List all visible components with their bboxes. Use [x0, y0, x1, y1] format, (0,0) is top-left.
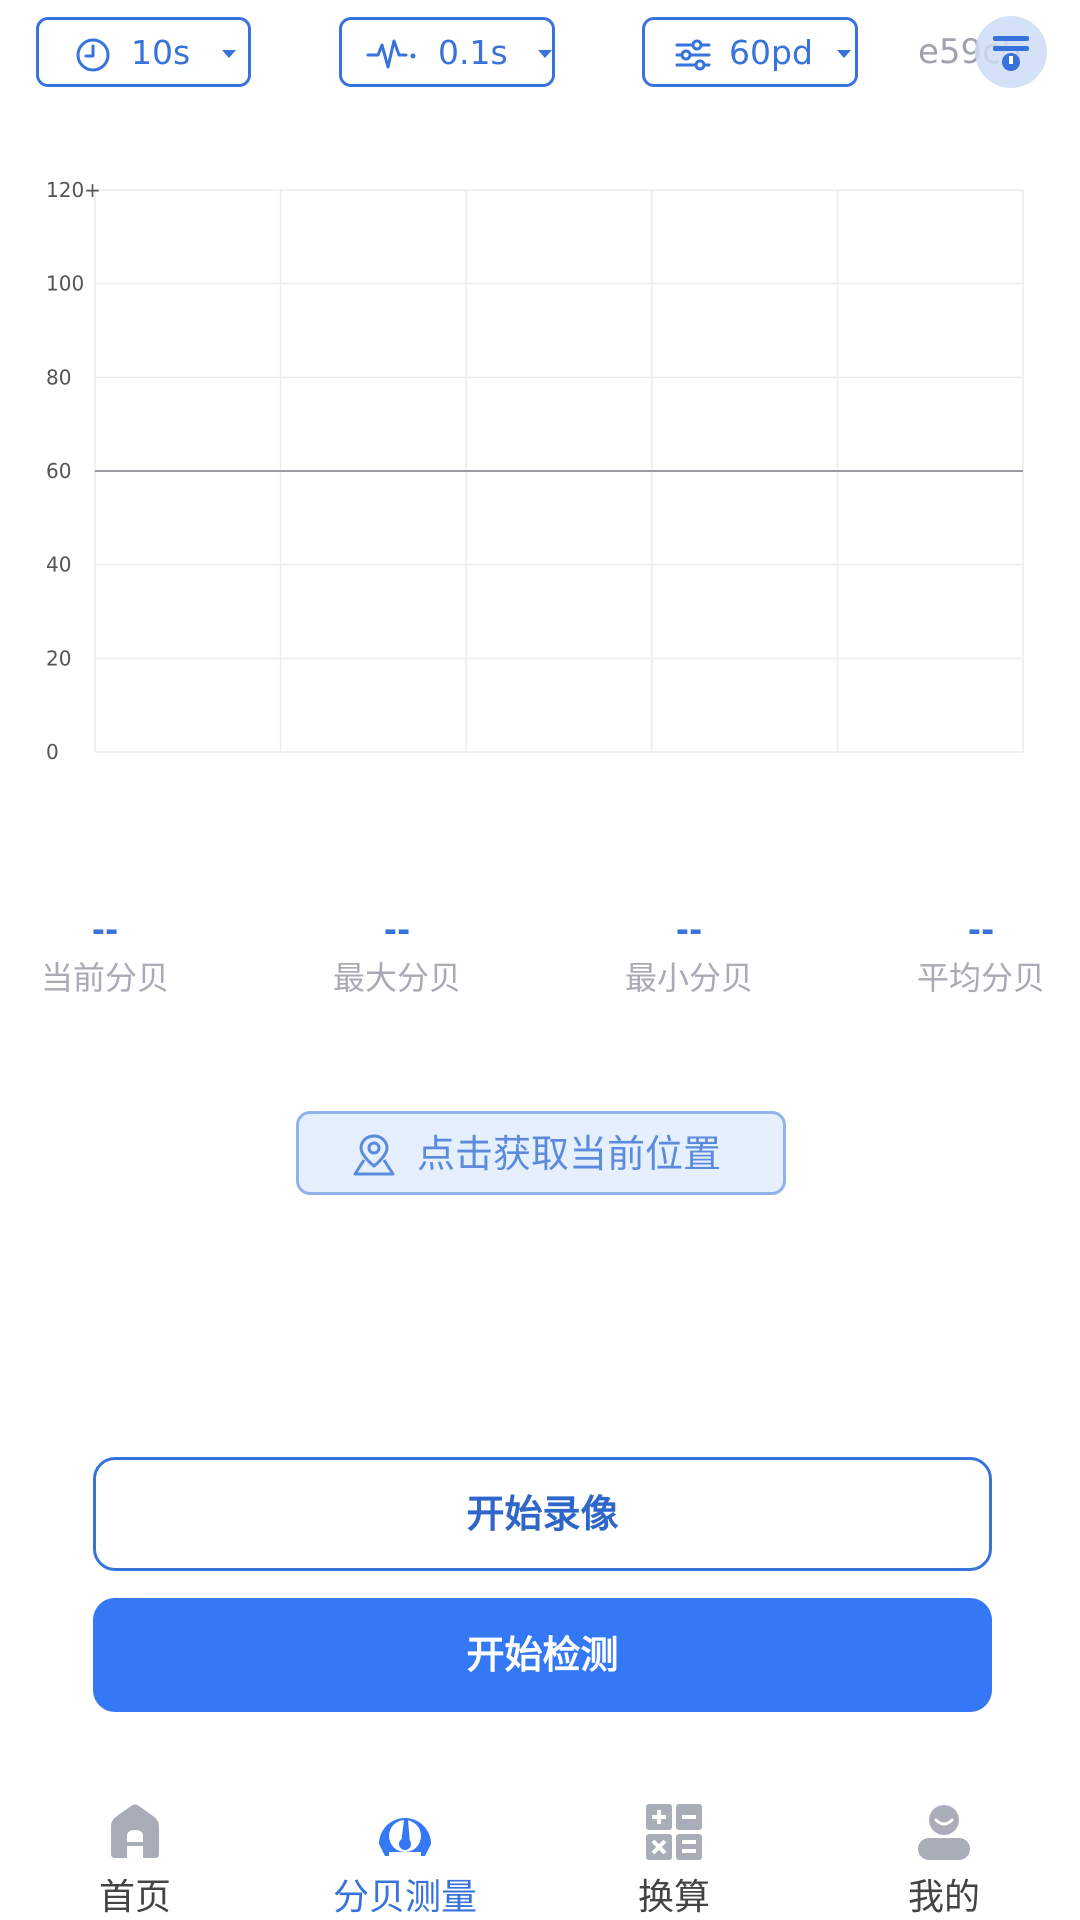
y-tick-label: 120+ — [46, 178, 101, 202]
stat-min: -- 最小分贝 — [579, 910, 799, 998]
floating-menu-button[interactable] — [975, 16, 1047, 88]
location-label: 点击获取当前位置 — [417, 1132, 722, 1176]
chevron-down-icon — [222, 50, 236, 58]
stat-max: -- 最大分贝 — [287, 910, 507, 998]
max-db-label: 最大分贝 — [332, 959, 461, 997]
max-db-value: -- — [383, 911, 411, 949]
current-db-value: -- — [91, 911, 119, 949]
tab-decibel-measure-label: 分贝测量 — [332, 1877, 477, 1918]
y-tick-label: 20 — [46, 646, 71, 670]
y-tick-label: 0 — [46, 740, 59, 764]
start-detection-button[interactable]: 开始检测 — [93, 1598, 992, 1712]
interval-selector[interactable]: 0.1s — [339, 17, 555, 87]
tab-convert[interactable]: 换算 — [574, 1800, 774, 1920]
get-location-button[interactable]: 点击获取当前位置 — [296, 1111, 786, 1195]
start-recording-button[interactable]: 开始录像 — [93, 1457, 992, 1571]
menu-icon — [993, 36, 1029, 71]
chevron-down-icon — [837, 50, 851, 58]
user-icon — [918, 1805, 970, 1860]
threshold-selector[interactable]: 60pd — [642, 17, 858, 87]
duration-value: 10s — [131, 33, 191, 72]
stat-avg: -- 平均分贝 — [871, 910, 1080, 998]
threshold-value: 60pd — [729, 33, 813, 72]
tab-home[interactable]: 首页 — [35, 1800, 235, 1920]
sliders-icon — [675, 39, 711, 71]
map-pin-icon — [353, 1134, 395, 1176]
min-db-label: 最小分贝 — [624, 959, 753, 997]
tab-mine[interactable]: 我的 — [844, 1800, 1044, 1920]
y-tick-label: 40 — [46, 553, 71, 577]
tab-mine-label: 我的 — [907, 1877, 980, 1918]
y-tick-label: 60 — [46, 459, 71, 483]
tab-decibel-measure[interactable]: 分贝测量 — [305, 1800, 505, 1920]
calculator-icon — [646, 1804, 702, 1860]
chevron-down-icon — [538, 50, 552, 58]
waveform-icon — [366, 39, 416, 69]
stat-current: -- 当前分贝 — [0, 910, 215, 998]
y-tick-label: 100 — [46, 272, 84, 296]
tab-home-label: 首页 — [98, 1877, 171, 1918]
chart-y-axis-ticks: 0 20 40 60 80 100 120+ — [46, 178, 101, 764]
interval-value: 0.1s — [438, 33, 508, 72]
speedometer-icon — [379, 1818, 431, 1856]
min-db-value: -- — [675, 911, 703, 949]
current-db-label: 当前分贝 — [40, 959, 169, 997]
decibel-chart: 0 20 40 60 80 100 120+ — [46, 178, 1024, 764]
y-tick-label: 80 — [46, 365, 71, 389]
avg-db-value: -- — [967, 911, 995, 949]
clock-icon — [76, 38, 110, 72]
tab-convert-label: 换算 — [637, 1877, 710, 1918]
duration-selector[interactable]: 10s — [36, 17, 251, 87]
avg-db-label: 平均分贝 — [916, 959, 1045, 997]
home-icon — [111, 1804, 159, 1858]
